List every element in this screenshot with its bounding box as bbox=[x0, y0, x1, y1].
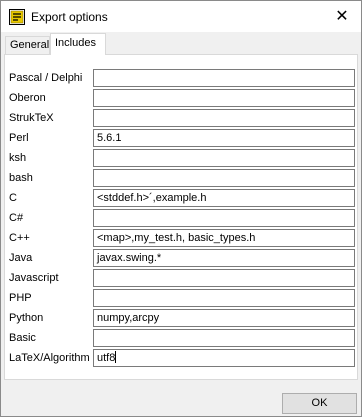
include-row-ksh: ksh bbox=[9, 149, 355, 167]
close-icon: ✕ bbox=[335, 7, 349, 25]
include-label: Java bbox=[9, 252, 33, 264]
include-row-oberon: Oberon bbox=[9, 89, 355, 107]
window-title: Export options bbox=[31, 10, 108, 24]
include-row-bash: bash bbox=[9, 169, 355, 187]
title-bar: Export options ✕ bbox=[1, 1, 361, 32]
include-row-java: Java javax.swing.* bbox=[9, 249, 355, 267]
include-input-python[interactable]: numpy,arcpy bbox=[93, 309, 355, 327]
ok-button[interactable]: OK bbox=[282, 393, 357, 414]
include-label: C# bbox=[9, 212, 24, 224]
text-caret bbox=[115, 351, 117, 363]
includes-panel: Pascal / Delphi Oberon StrukTeX Perl 5.6… bbox=[4, 54, 358, 380]
include-row-perl: Perl 5.6.1 bbox=[9, 129, 355, 147]
include-label: C bbox=[9, 192, 17, 204]
include-label: bash bbox=[9, 172, 33, 184]
include-row-cpp: C++ <map>,my_test.h, basic_types.h bbox=[9, 229, 355, 247]
include-input-csharp[interactable] bbox=[93, 209, 355, 227]
include-label: Python bbox=[9, 312, 44, 324]
include-label: LaTeX/Algorithm bbox=[9, 352, 90, 364]
tab-includes[interactable]: Includes bbox=[50, 33, 106, 55]
include-input-basic[interactable] bbox=[93, 329, 355, 347]
include-label: Oberon bbox=[9, 92, 46, 104]
include-input-bash[interactable] bbox=[93, 169, 355, 187]
include-row-python: Python numpy,arcpy bbox=[9, 309, 355, 327]
tab-general[interactable]: General bbox=[5, 36, 50, 54]
include-input-java[interactable]: javax.swing.* bbox=[93, 249, 355, 267]
include-row-c: C <stddef.h>´,example.h bbox=[9, 189, 355, 207]
include-label: Perl bbox=[9, 132, 29, 144]
include-label: ksh bbox=[9, 152, 27, 164]
include-row-csharp: C# bbox=[9, 209, 355, 227]
include-label: Basic bbox=[9, 332, 36, 344]
include-value: utf8 bbox=[97, 352, 116, 364]
include-row-latex: LaTeX/Algorithm utf8 bbox=[9, 349, 355, 367]
include-input-latex[interactable]: utf8 bbox=[93, 349, 355, 367]
include-label: Javascript bbox=[9, 272, 59, 284]
include-input-struktex[interactable] bbox=[93, 109, 355, 127]
include-input-pascal[interactable] bbox=[93, 69, 355, 87]
include-label: StrukTeX bbox=[9, 112, 54, 124]
include-input-perl[interactable]: 5.6.1 bbox=[93, 129, 355, 147]
include-row-struktex: StrukTeX bbox=[9, 109, 355, 127]
include-row-php: PHP bbox=[9, 289, 355, 307]
include-row-pascal: Pascal / Delphi bbox=[9, 69, 355, 87]
include-row-javascript: Javascript bbox=[9, 269, 355, 287]
include-row-basic: Basic bbox=[9, 329, 355, 347]
include-input-oberon[interactable] bbox=[93, 89, 355, 107]
include-label: Pascal / Delphi bbox=[9, 72, 83, 84]
dialog-footer: OK bbox=[1, 385, 361, 416]
include-input-javascript[interactable] bbox=[93, 269, 355, 287]
include-input-ksh[interactable] bbox=[93, 149, 355, 167]
close-button[interactable]: ✕ bbox=[323, 1, 361, 32]
export-options-dialog: Export options ✕ General Includes Pascal… bbox=[0, 0, 362, 417]
include-input-php[interactable] bbox=[93, 289, 355, 307]
include-input-c[interactable]: <stddef.h>´,example.h bbox=[93, 189, 355, 207]
include-input-cpp[interactable]: <map>,my_test.h, basic_types.h bbox=[93, 229, 355, 247]
include-label: C++ bbox=[9, 232, 30, 244]
tab-strip: General Includes bbox=[5, 32, 359, 55]
app-icon bbox=[9, 9, 25, 25]
include-label: PHP bbox=[9, 292, 32, 304]
